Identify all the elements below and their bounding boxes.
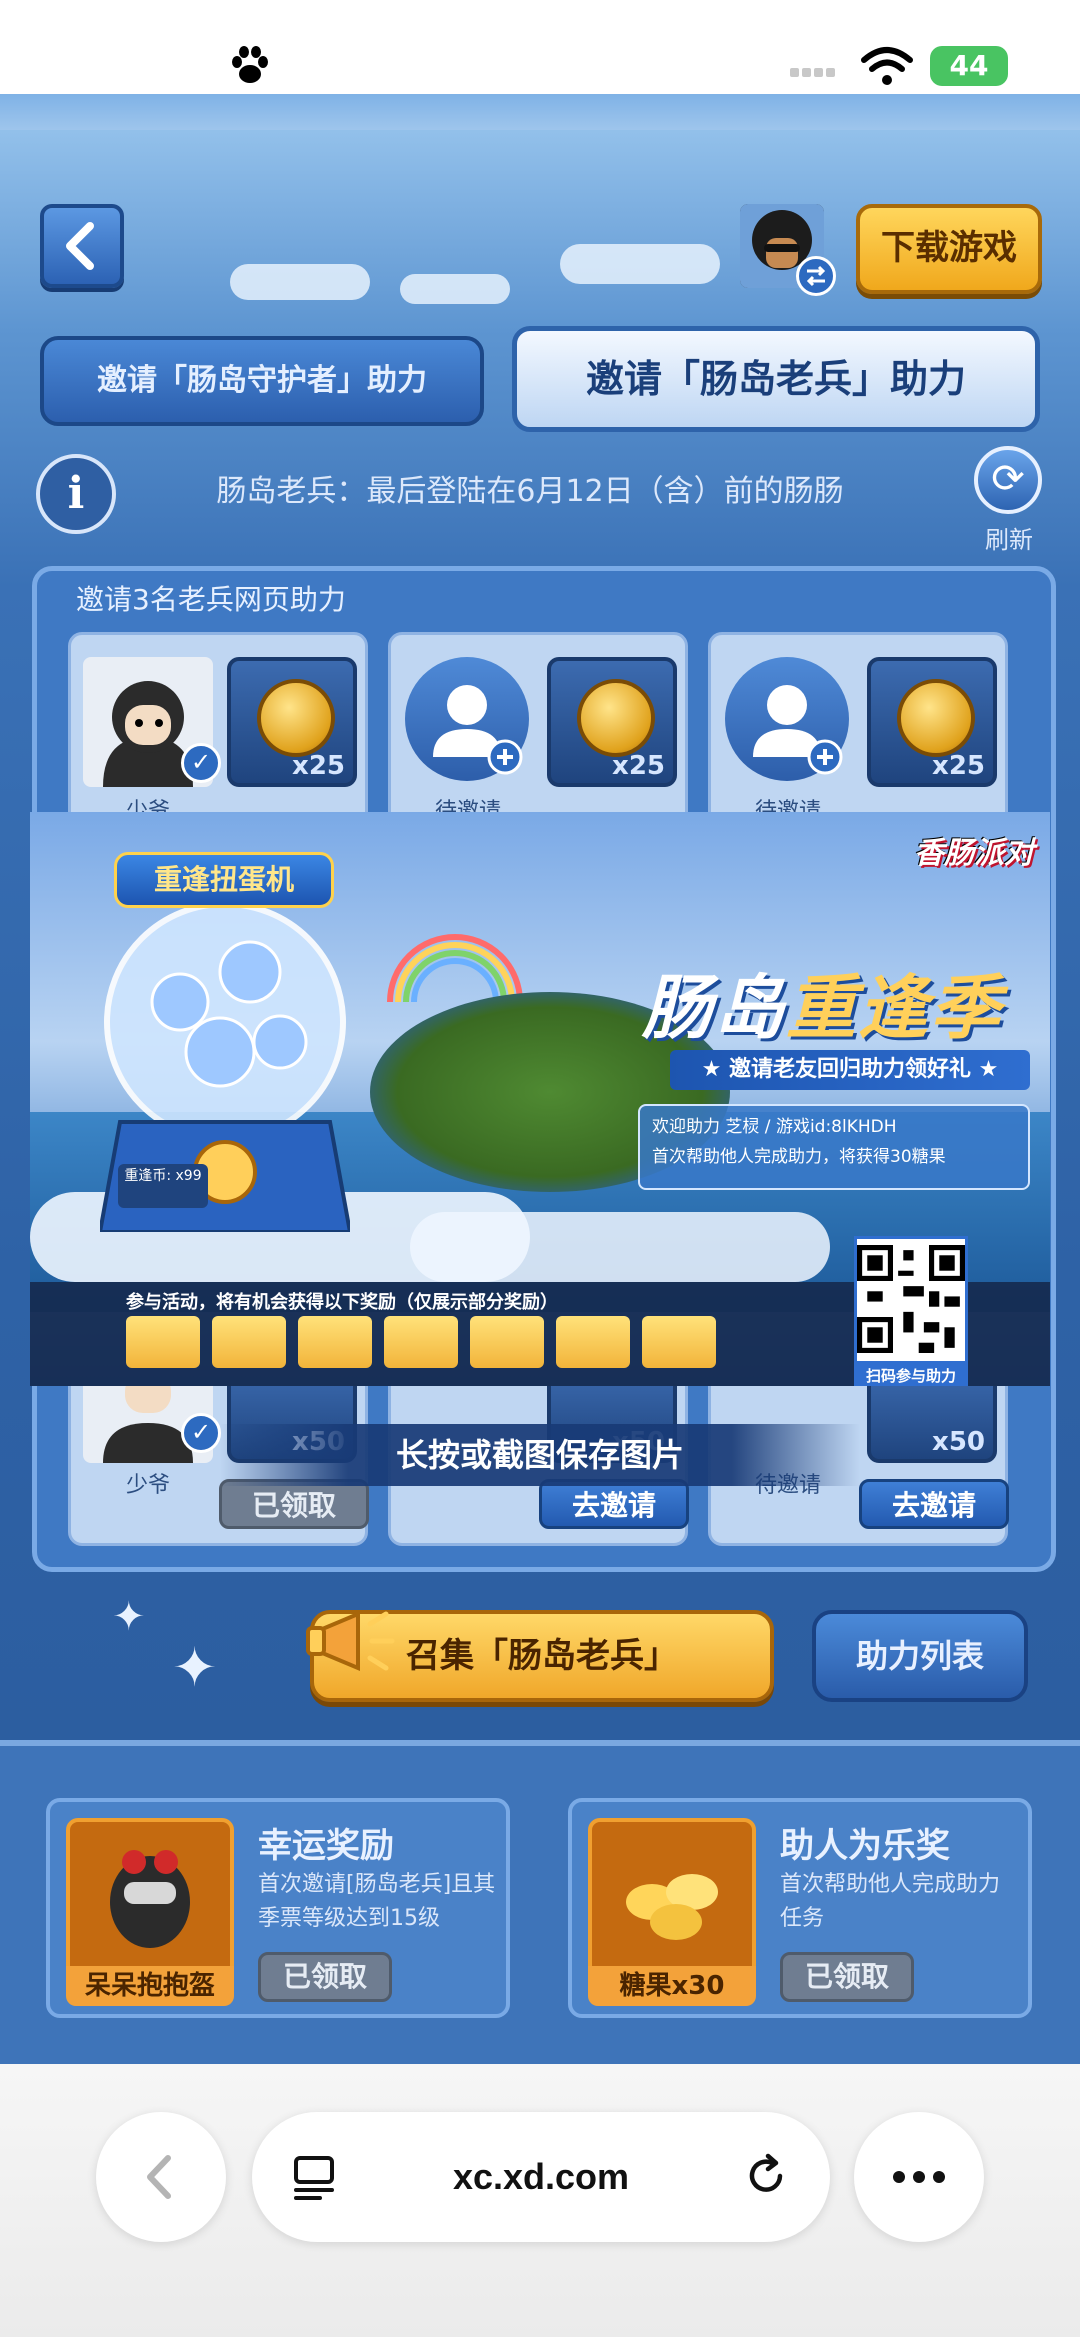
game-logo: 香肠派对 — [914, 836, 1034, 871]
star-coin-icon — [577, 679, 655, 757]
more-dots-icon — [893, 2171, 945, 2183]
invite-panel-title: 邀请3名老兵网页助力 — [76, 583, 346, 616]
info-icon[interactable]: i — [36, 454, 116, 534]
star-coin-icon — [897, 679, 975, 757]
reward-quantity: x25 — [292, 751, 345, 781]
poster-title-part: 肠岛 — [642, 967, 786, 1049]
reward-item-icon — [298, 1316, 372, 1368]
claimed-button[interactable]: 已领取 — [258, 1952, 392, 2002]
reward-card-helper: 糖果x30 助人为乐奖 首次帮助他人完成助力任务 已领取 — [568, 1798, 1032, 2018]
add-person-icon[interactable] — [405, 657, 529, 781]
rainbow-icon — [387, 934, 523, 1002]
reward-description: 首次帮助他人完成助力任务 — [780, 1872, 1001, 1931]
star-coin-icon — [257, 679, 335, 757]
go-invite-button[interactable]: 去邀请 — [859, 1479, 1009, 1529]
poster-note: 首次帮助他人完成助力，将获得30糖果 — [652, 1147, 946, 1167]
machine-coin-label: 重逢币: x99 — [118, 1164, 208, 1208]
cloud — [410, 1212, 830, 1282]
reward-item-icon — [126, 1316, 200, 1368]
tab-guardian[interactable]: 邀请「肠岛守护者」助力 — [40, 336, 484, 426]
reward-item-icon — [470, 1316, 544, 1368]
reward-title: 助人为乐奖 — [780, 1826, 950, 1866]
reward-quantity: x25 — [612, 751, 665, 781]
share-poster[interactable]: 重逢扭蛋机 重逢币: x99 香肠派对 肠岛重逢季 ★ 邀请老友回归助力领好礼 … — [30, 812, 1050, 1386]
reward-item-name: 糖果x30 — [588, 1966, 756, 2006]
paw-icon — [232, 46, 268, 83]
invite-card[interactable]: x25 待邀请 — [388, 632, 688, 842]
refresh-icon[interactable]: ⟳ — [974, 446, 1042, 514]
reward-title: 幸运奖励 — [258, 1826, 394, 1866]
chevron-left-icon — [66, 222, 94, 270]
reward-coin-slot: x25 — [547, 657, 677, 787]
poster-rewards-label: 参与活动，将有机会获得以下奖励（仅展示部分奖励） — [126, 1292, 558, 1313]
reward-card-lucky: 呆呆抱抱盔 幸运奖励 首次邀请[肠岛老兵]且其季票等级达到15级 已领取 — [46, 1798, 510, 2018]
add-person-icon[interactable] — [725, 657, 849, 781]
claimed-button[interactable]: 已领取 — [219, 1479, 369, 1529]
sparkle-icon: ✦ — [112, 1594, 146, 1640]
reward-description: 首次邀请[肠岛老兵]且其季票等级达到15级 — [258, 1872, 496, 1931]
cloud — [400, 274, 510, 304]
machine-sign: 重逢扭蛋机 — [114, 852, 334, 908]
megaphone-icon — [306, 1610, 395, 1672]
switch-account-icon[interactable] — [796, 256, 836, 296]
top-strip — [0, 94, 1080, 130]
chevron-left-icon — [147, 2155, 171, 2199]
qr-label: 扫码参与助力 — [854, 1364, 968, 1386]
reward-item-icon — [384, 1316, 458, 1368]
qr-code — [854, 1236, 968, 1364]
check-icon: ✓ — [181, 1413, 221, 1453]
reload-icon[interactable] — [742, 2152, 792, 2202]
poster-welcome: 欢迎助力 芝棂 / 游戏id:8lKHDH — [652, 1117, 897, 1137]
slot-name: 少爷 — [125, 1473, 170, 1498]
reward-item-name: 呆呆抱抱盔 — [66, 1966, 234, 2006]
reward-item-icon — [212, 1316, 286, 1368]
cloud — [230, 264, 370, 300]
tab-veteran[interactable]: 邀请「肠岛老兵」助力 — [512, 326, 1040, 432]
signal-icon — [790, 62, 838, 81]
back-button[interactable] — [40, 204, 124, 288]
sparkle-icon: ✦ — [172, 1636, 218, 1699]
poster-title-part: 重逢季 — [786, 967, 1002, 1049]
invite-card[interactable]: x25 待邀请 — [708, 632, 1008, 842]
more-options-button[interactable] — [854, 2112, 984, 2242]
assist-list-button[interactable]: 助力列表 — [812, 1610, 1028, 1702]
reward-item-icon — [556, 1316, 630, 1368]
check-icon: ✓ — [181, 743, 221, 783]
veteran-description: 肠岛老兵：最后登陆在6月12日（含）前的肠肠 — [216, 474, 844, 509]
save-image-hint: 长按或截图保存图片 — [220, 1424, 860, 1486]
invite-card: ✓ x25 少爷 — [68, 632, 368, 842]
poster-title: 肠岛重逢季 — [642, 952, 1002, 1053]
status-time: 06:19 — [78, 38, 230, 92]
poster-subtitle: ★ 邀请老友回归助力领好礼 ★ — [670, 1050, 1030, 1090]
browser-back-button[interactable] — [96, 2112, 226, 2242]
wifi-icon — [861, 47, 913, 85]
cloud — [560, 244, 720, 284]
download-game-button[interactable]: 下载游戏 — [856, 204, 1042, 294]
reward-item-icon — [642, 1316, 716, 1368]
reward-coin-slot: x25 — [867, 657, 997, 787]
go-invite-button[interactable]: 去邀请 — [539, 1479, 689, 1529]
reward-quantity: x50 — [932, 1427, 985, 1457]
refresh-label: 刷新 — [985, 526, 1033, 554]
reward-quantity: x25 — [932, 751, 985, 781]
reward-coin-slot: x25 — [227, 657, 357, 787]
claimed-button[interactable]: 已领取 — [780, 1952, 914, 2002]
battery-indicator: 44 — [930, 46, 1008, 86]
